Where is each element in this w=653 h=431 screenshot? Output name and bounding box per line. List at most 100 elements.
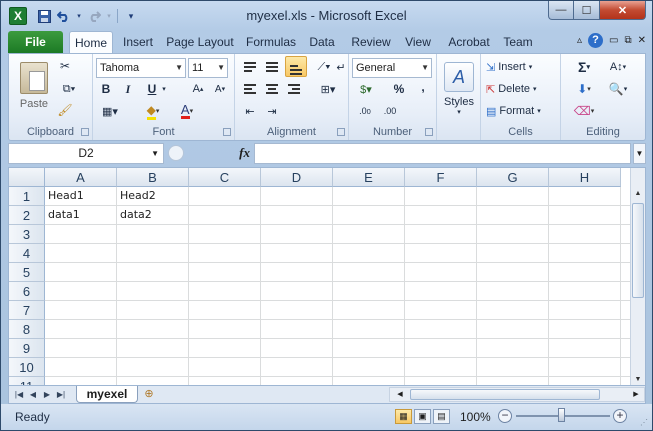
row-header-10[interactable]: 10	[9, 358, 45, 377]
font-color-icon[interactable]: A ▾	[173, 103, 201, 119]
format-cells-button[interactable]: ▤ Format ▾	[486, 102, 556, 120]
zoom-slider-thumb[interactable]	[558, 408, 565, 422]
cell-b2[interactable]: data2	[117, 206, 189, 225]
format-painter-icon[interactable]: 🖌	[57, 102, 73, 118]
zoom-out-icon[interactable]: −	[498, 409, 512, 423]
cell-area[interactable]: Head1 Head2 data1 data2	[45, 187, 632, 385]
scroll-down-icon[interactable]: ▼	[631, 373, 645, 385]
delete-cells-button[interactable]: ⇱ Delete ▾	[486, 80, 556, 98]
row-header-8[interactable]: 8	[9, 320, 45, 339]
doc-minimize-icon[interactable]: ▭	[609, 35, 618, 46]
orientation-icon[interactable]: ⟋▾	[313, 58, 335, 76]
zoom-in-icon[interactable]: +	[613, 409, 627, 423]
doc-close-icon[interactable]: ✕	[638, 35, 646, 46]
column-header-d[interactable]: D	[261, 168, 333, 187]
cell-a1[interactable]: Head1	[45, 187, 117, 206]
row-header-6[interactable]: 6	[9, 282, 45, 301]
number-format-combo[interactable]: General ▼	[352, 58, 432, 78]
cell-b1[interactable]: Head2	[117, 187, 189, 206]
normal-view-icon[interactable]: ▦	[395, 409, 412, 424]
maximize-button[interactable]: ☐	[574, 1, 600, 20]
minimize-ribbon-icon[interactable]: ▵	[577, 35, 582, 46]
tab-acrobat[interactable]: Acrobat	[443, 31, 495, 53]
tab-home[interactable]: Home	[69, 31, 113, 54]
fill-icon[interactable]: ⬇ ▾	[573, 80, 595, 98]
expand-formula-bar-icon[interactable]: ▼	[633, 143, 646, 164]
cut-icon[interactable]: ✂	[57, 58, 73, 74]
number-launcher-icon[interactable]	[425, 128, 433, 136]
increase-indent-icon[interactable]: ⇥	[263, 102, 281, 120]
clear-icon[interactable]: ⌫ ▾	[573, 102, 595, 120]
vertical-split-box[interactable]	[630, 168, 645, 187]
wrap-text-icon[interactable]: ↵	[335, 58, 347, 76]
zoom-level[interactable]: 100%	[460, 410, 491, 424]
tab-team[interactable]: Team	[499, 31, 537, 53]
borders-icon[interactable]: ▦▾	[98, 103, 122, 119]
sheet-tab-myexel[interactable]: myexel	[76, 386, 138, 403]
select-all-button[interactable]	[9, 168, 45, 187]
row-header-9[interactable]: 9	[9, 339, 45, 358]
tab-data[interactable]: Data	[304, 31, 340, 53]
alignment-launcher-icon[interactable]	[337, 128, 345, 136]
name-box[interactable]: D2 ▼	[8, 143, 164, 164]
styles-button[interactable]: A Styles ▾	[442, 58, 476, 120]
row-header-2[interactable]: 2	[9, 206, 45, 225]
paste-button[interactable]: Paste	[15, 58, 53, 114]
row-header-3[interactable]: 3	[9, 225, 45, 244]
italic-button[interactable]: I	[120, 81, 136, 97]
font-name-combo[interactable]: Tahoma ▼	[96, 58, 186, 78]
vertical-scroll-thumb[interactable]	[632, 203, 644, 298]
row-header-4[interactable]: 4	[9, 244, 45, 263]
column-header-c[interactable]: C	[189, 168, 261, 187]
align-center-icon[interactable]	[263, 80, 281, 98]
next-sheet-icon[interactable]: ▶	[41, 388, 53, 401]
copy-icon[interactable]: ⧉▾	[57, 81, 81, 97]
row-header-7[interactable]: 7	[9, 301, 45, 320]
column-header-e[interactable]: E	[333, 168, 405, 187]
tab-file[interactable]: File	[8, 31, 63, 53]
align-middle-icon[interactable]	[263, 58, 281, 76]
close-button[interactable]: ✕	[600, 1, 646, 20]
find-select-icon[interactable]: 🔍 ▾	[605, 80, 631, 98]
underline-dropdown-icon[interactable]: ▾	[160, 81, 168, 97]
column-header-b[interactable]: B	[117, 168, 189, 187]
horizontal-scrollbar[interactable]: ◀ ▶	[389, 387, 645, 402]
font-size-combo[interactable]: 11 ▼	[188, 58, 228, 78]
resize-grip-icon[interactable]: ⋰	[640, 418, 650, 428]
vertical-scrollbar[interactable]: ▲ ▼	[630, 187, 645, 385]
help-icon[interactable]: ?	[588, 33, 604, 48]
horizontal-scroll-thumb[interactable]	[410, 389, 600, 400]
align-left-icon[interactable]	[241, 80, 259, 98]
align-top-icon[interactable]	[241, 58, 259, 76]
increase-decimal-icon[interactable]: .0 0	[354, 103, 376, 119]
column-header-g[interactable]: G	[477, 168, 549, 187]
align-bottom-icon[interactable]	[285, 56, 307, 77]
autosum-icon[interactable]: Σ ▾	[573, 58, 595, 76]
decrease-indent-icon[interactable]: ⇤	[241, 102, 259, 120]
redo-dropdown-icon[interactable]: ▾	[105, 7, 113, 25]
bold-button[interactable]: B	[98, 81, 114, 97]
undo-icon[interactable]	[55, 7, 73, 25]
first-sheet-icon[interactable]: |◀	[13, 388, 25, 401]
row-header-5[interactable]: 5	[9, 263, 45, 282]
decrease-decimal-icon[interactable]: .00	[379, 103, 401, 119]
column-header-h[interactable]: H	[549, 168, 621, 187]
formula-input[interactable]	[254, 143, 631, 164]
undo-dropdown-icon[interactable]: ▾	[75, 7, 83, 25]
row-header-11[interactable]: 11	[9, 377, 45, 385]
last-sheet-icon[interactable]: ▶|	[55, 388, 67, 401]
insert-cells-button[interactable]: ⇲ Insert ▾	[486, 58, 556, 76]
doc-restore-icon[interactable]: ⧉	[624, 35, 631, 46]
scroll-left-icon[interactable]: ◀	[394, 388, 406, 401]
tab-view[interactable]: View	[400, 31, 436, 53]
tab-insert[interactable]: Insert	[116, 31, 160, 53]
tab-page-layout[interactable]: Page Layout	[165, 31, 235, 53]
tab-review[interactable]: Review	[348, 31, 394, 53]
minimize-button[interactable]: —	[548, 1, 574, 20]
page-break-view-icon[interactable]: ▤	[433, 409, 450, 424]
underline-button[interactable]: U	[144, 81, 160, 97]
accounting-format-icon[interactable]: $▾	[354, 81, 378, 97]
insert-sheet-icon[interactable]: ⊕	[141, 387, 157, 401]
insert-function-button[interactable]: fx	[239, 145, 250, 161]
shrink-font-icon[interactable]: A ▾	[211, 81, 229, 97]
